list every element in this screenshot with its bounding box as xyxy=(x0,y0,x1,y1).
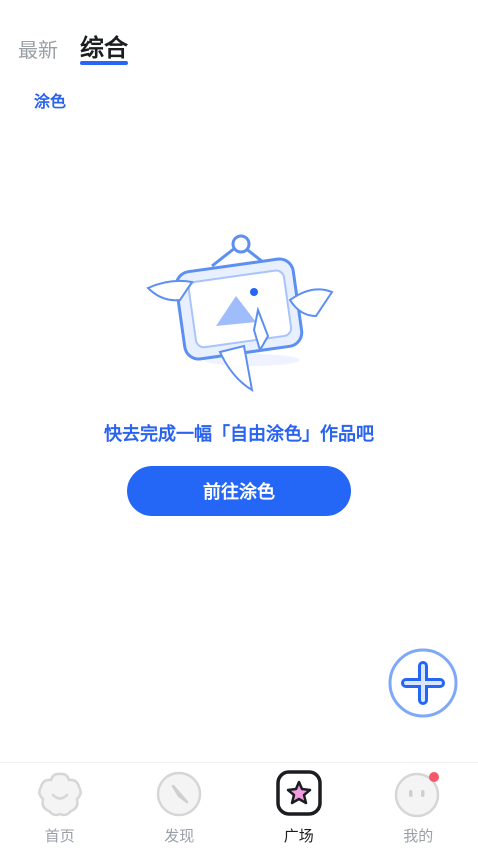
empty-illustration xyxy=(140,230,340,400)
tab-latest[interactable]: 最新 xyxy=(18,34,58,63)
add-fab-button[interactable] xyxy=(388,648,458,718)
filter-chip-coloring[interactable]: 涂色 xyxy=(34,88,66,112)
nav-label-plaza: 广场 xyxy=(284,825,314,846)
notification-badge-dot xyxy=(429,772,439,782)
bottom-nav: 首页 发现 广场 我的 xyxy=(0,762,478,851)
nav-item-mine[interactable]: 我的 xyxy=(359,763,478,851)
nav-label-home: 首页 xyxy=(45,825,75,846)
nav-item-discover[interactable]: 发现 xyxy=(120,763,240,851)
empty-state-message: 快去完成一幅「自由涂色」作品吧 xyxy=(0,420,478,446)
nav-item-home[interactable]: 首页 xyxy=(0,763,120,851)
compass-icon xyxy=(154,769,204,819)
nav-item-plaza[interactable]: 广场 xyxy=(239,763,359,851)
top-tabs: 最新 综合 xyxy=(18,28,150,63)
go-color-button[interactable]: 前往涂色 xyxy=(127,466,351,516)
flower-icon xyxy=(35,769,85,819)
nav-label-mine: 我的 xyxy=(403,825,433,846)
tab-comprehensive[interactable]: 综合 xyxy=(80,28,128,63)
plaza-icon xyxy=(274,769,324,819)
profile-face-icon xyxy=(393,769,443,819)
nav-label-discover: 发现 xyxy=(164,825,194,846)
